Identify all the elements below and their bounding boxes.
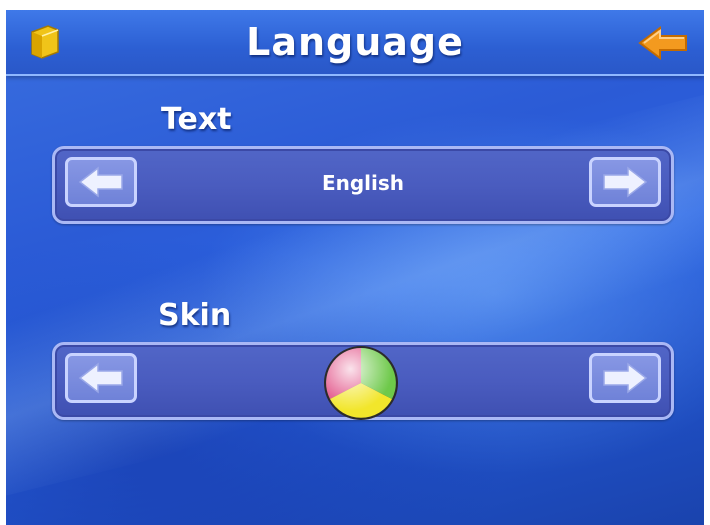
arrow-right-icon	[603, 362, 648, 394]
skin-section-label: Skin	[158, 298, 232, 333]
text-section-label: Text	[161, 102, 232, 137]
text-language-value: English	[321, 171, 405, 195]
arrow-left-icon	[78, 362, 123, 394]
skin-color-ball-icon	[324, 346, 398, 420]
text-next-button[interactable]	[589, 157, 661, 207]
skin-prev-button[interactable]	[65, 353, 137, 403]
skin-selector	[52, 342, 674, 420]
page-title: Language	[246, 20, 464, 64]
text-language-selector: English	[52, 146, 674, 224]
language-screen: Language Text English Skin	[6, 10, 704, 525]
back-arrow-icon[interactable]	[636, 24, 690, 62]
title-bar: Language	[6, 10, 704, 76]
arrow-right-icon	[603, 166, 648, 198]
skin-next-button[interactable]	[589, 353, 661, 403]
